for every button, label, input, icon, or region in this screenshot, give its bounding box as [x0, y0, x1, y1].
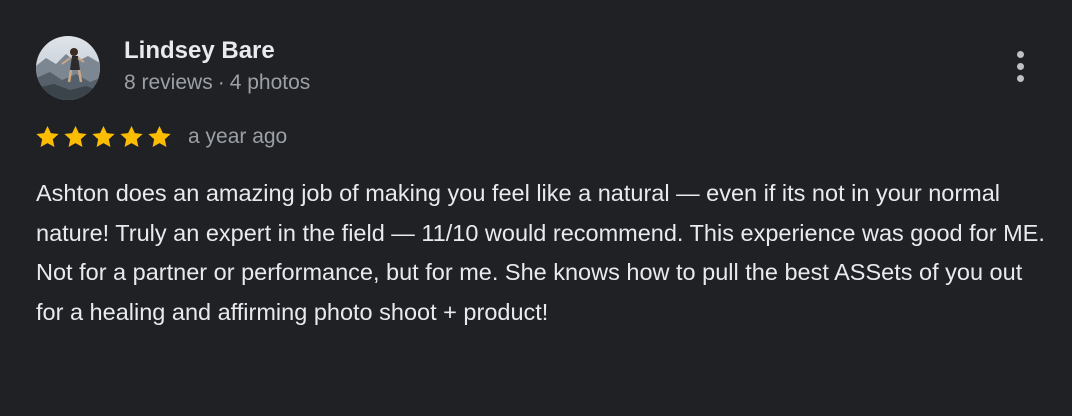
more-vertical-icon: [1016, 50, 1024, 58]
star-icon: [146, 124, 173, 150]
rating-row: a year ago: [34, 122, 287, 152]
star-icon: [62, 124, 89, 150]
review-card: Lindsey Bare 8 reviews · 4 photos a year a…: [0, 0, 1072, 416]
photos-count: 4 photos: [229, 71, 311, 94]
star-icon: [118, 124, 145, 150]
more-options-button[interactable]: [1000, 44, 1040, 88]
more-vertical-icon: [1016, 62, 1024, 70]
reviewer-name[interactable]: Lindsey Bare: [124, 36, 275, 66]
more-vertical-icon: [1016, 74, 1024, 82]
star-rating: [34, 124, 173, 150]
star-icon: [90, 124, 117, 150]
avatar[interactable]: [36, 36, 100, 100]
reviews-count: 8 reviews: [124, 71, 213, 94]
meta-separator: ·: [217, 71, 225, 94]
review-text: Ashton does an amazing job of making you…: [36, 180, 1045, 325]
reviewer-meta[interactable]: 8 reviews · 4 photos: [124, 69, 310, 97]
star-icon: [34, 124, 61, 150]
review-date: a year ago: [188, 125, 288, 148]
avatar-photo: [36, 36, 100, 100]
